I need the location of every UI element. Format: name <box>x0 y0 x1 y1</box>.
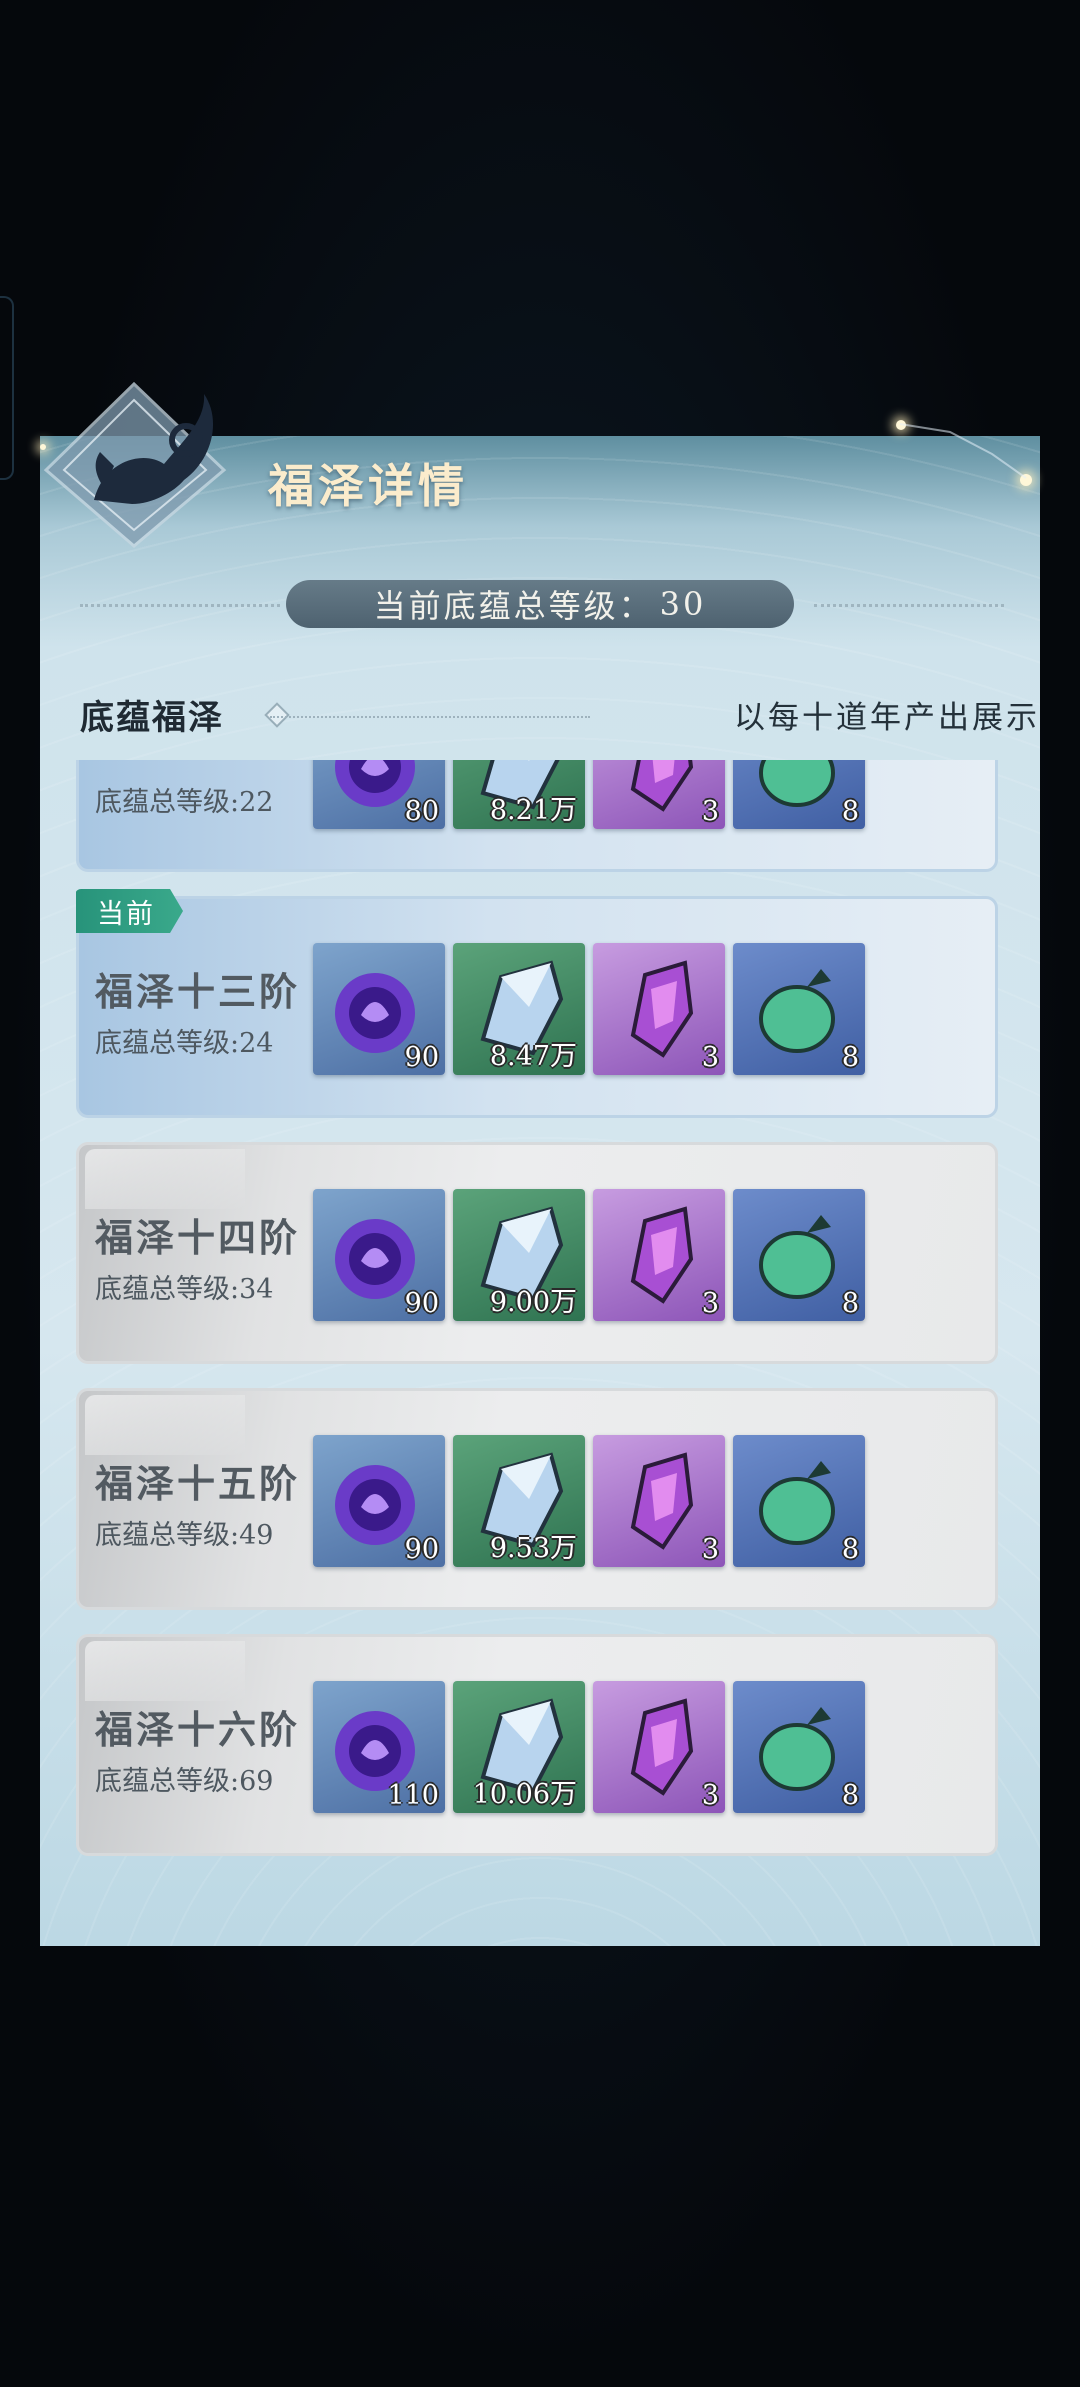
reward-qty: 8 <box>841 796 859 827</box>
reward-qty: 9.00万 <box>489 1287 577 1318</box>
tier-level: 底蕴总等级:24 <box>95 1028 274 1059</box>
tier-row[interactable]: 底蕴总等级:22 80 8.21万 3 8 <box>76 760 998 872</box>
tier-level: 底蕴总等级:49 <box>95 1520 274 1551</box>
reward-tile[interactable]: 90 <box>313 1435 445 1567</box>
reward-tile[interactable]: 80 <box>313 760 445 829</box>
dotted-divider <box>814 604 1004 607</box>
reward-tile[interactable]: 110 <box>313 1681 445 1813</box>
total-level-value: 30 <box>659 585 707 623</box>
reward-qty: 90 <box>404 1534 439 1565</box>
reward-qty: 9.53万 <box>489 1533 577 1564</box>
reward-tile[interactable]: 10.06万 <box>453 1681 585 1813</box>
reward-qty: 8 <box>841 1042 859 1073</box>
current-badge: 当前 <box>76 889 183 933</box>
dotted-divider <box>80 604 280 607</box>
section-divider <box>270 716 590 718</box>
reward-qty: 10.06万 <box>472 1779 577 1810</box>
tier-row[interactable]: 福泽十五阶 底蕴总等级:49 90 9.53万 3 8 <box>76 1388 998 1610</box>
reward-qty: 90 <box>404 1042 439 1073</box>
reward-qty: 80 <box>404 796 439 827</box>
reward-tile[interactable]: 3 <box>593 1681 725 1813</box>
reward-tile[interactable]: 8 <box>733 1189 865 1321</box>
tier-level: 底蕴总等级:34 <box>95 1274 274 1305</box>
reward-tile[interactable]: 8.47万 <box>453 943 585 1075</box>
reward-tile[interactable]: 8 <box>733 760 865 829</box>
reward-tile[interactable]: 8 <box>733 1681 865 1813</box>
reward-qty: 3 <box>701 796 719 827</box>
edge-drawer-handle[interactable] <box>0 296 14 480</box>
tier-level: 底蕴总等级:22 <box>95 787 274 818</box>
reward-qty: 90 <box>404 1288 439 1319</box>
reward-tile[interactable]: 8 <box>733 943 865 1075</box>
reward-qty: 110 <box>387 1780 439 1811</box>
reward-tile[interactable]: 90 <box>313 1189 445 1321</box>
reward-qty: 8 <box>841 1534 859 1565</box>
reward-qty: 3 <box>701 1534 719 1565</box>
fox-emblem-icon <box>43 381 227 548</box>
tier-row-current[interactable]: 当前 福泽十三阶 底蕴总等级:24 90 8.47万 3 8 <box>76 889 998 1118</box>
total-level-pill: 当前底蕴总等级： 30 <box>286 580 794 628</box>
tier-row[interactable]: 福泽十四阶 底蕴总等级:34 90 9.00万 3 8 <box>76 1142 998 1364</box>
constellation-lines <box>899 423 1027 479</box>
reward-tile[interactable]: 90 <box>313 943 445 1075</box>
total-level-label: 当前底蕴总等级： <box>373 587 654 625</box>
section-note: 以每十道年产出展示 <box>734 700 1040 736</box>
reward-tile[interactable]: 3 <box>593 943 725 1075</box>
reward-tile[interactable]: 8 <box>733 1435 865 1567</box>
tier-name: 福泽十五阶 <box>95 1461 301 1506</box>
tier-name: 福泽十六阶 <box>95 1707 301 1752</box>
reward-qty: 8.21万 <box>489 795 577 826</box>
reward-tile[interactable]: 3 <box>593 1435 725 1567</box>
reward-tile[interactable]: 9.53万 <box>453 1435 585 1567</box>
reward-tile[interactable]: 8.21万 <box>453 760 585 829</box>
tier-name: 福泽十三阶 <box>95 969 301 1014</box>
reward-qty: 3 <box>701 1288 719 1319</box>
reward-qty: 3 <box>701 1042 719 1073</box>
tier-row[interactable]: 福泽十六阶 底蕴总等级:69 110 10.06万 3 8 <box>76 1634 998 1856</box>
reward-qty: 8 <box>841 1288 859 1319</box>
page-title: 福泽详情 <box>268 459 468 513</box>
reward-tile[interactable]: 3 <box>593 760 725 829</box>
tier-name: 福泽十四阶 <box>95 1215 301 1260</box>
tier-list[interactable]: 底蕴总等级:22 80 8.21万 3 8 当前 福泽十三阶 底蕴总等级:24 … <box>76 760 1002 1862</box>
reward-qty: 8 <box>841 1780 859 1811</box>
section-title: 底蕴福泽 <box>80 698 224 738</box>
reward-qty: 3 <box>701 1780 719 1811</box>
reward-tile[interactable]: 3 <box>593 1189 725 1321</box>
reward-tile[interactable]: 9.00万 <box>453 1189 585 1321</box>
reward-qty: 8.47万 <box>489 1041 577 1072</box>
tier-level: 底蕴总等级:69 <box>95 1766 274 1797</box>
